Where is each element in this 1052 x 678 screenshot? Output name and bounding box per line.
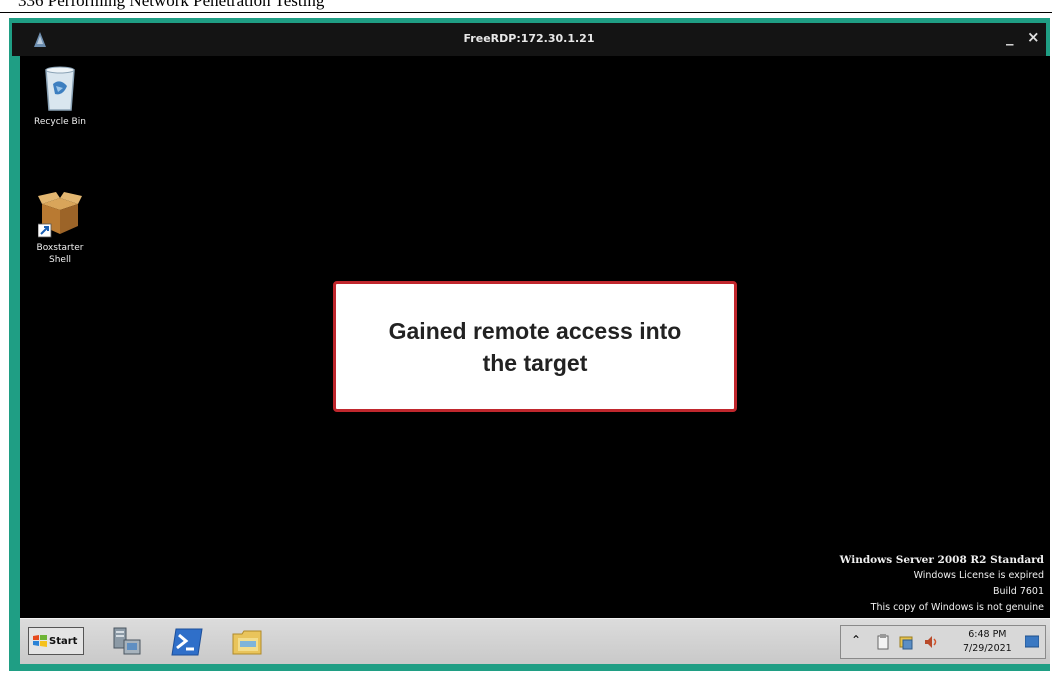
watermark-os-name: Windows Server 2008 R2 Standard xyxy=(839,554,1044,566)
watermark-build: Build 7601 xyxy=(992,586,1044,597)
start-button[interactable]: Start xyxy=(28,627,84,655)
book-page-header: 336 Performing Network Penetration Testi… xyxy=(0,0,1052,13)
clipboard-icon[interactable] xyxy=(877,634,889,650)
watermark-license: Windows License is expired xyxy=(913,570,1044,581)
desktop-icon-label: Recycle Bin xyxy=(34,117,86,127)
system-tray: ⌃ 6:48 PM 7/29/2021 xyxy=(840,625,1046,659)
windows-watermark: Windows Server 2008 R2 Standard Windows … xyxy=(840,552,1044,616)
server-manager-icon[interactable] xyxy=(110,626,144,658)
start-label: Start xyxy=(49,635,78,647)
desktop-icon-recycle-bin[interactable]: Recycle Bin xyxy=(28,64,92,128)
desktop-icon-label: Boxstarter Shell xyxy=(36,243,84,265)
taskbar-clock[interactable]: 6:48 PM 7/29/2021 xyxy=(963,628,1012,656)
minimize-button[interactable]: _ xyxy=(1006,28,1014,46)
file-explorer-icon[interactable] xyxy=(230,626,264,658)
package-box-icon xyxy=(37,190,82,240)
page-header-text: 336 Performing Network Penetration Testi… xyxy=(18,0,325,10)
close-button[interactable]: × xyxy=(1027,28,1040,46)
clock-time: 6:48 PM xyxy=(968,629,1007,640)
powershell-icon[interactable] xyxy=(170,626,204,658)
remote-desktop[interactable]: Recycle Bin Boxstarter Shell Gained remo… xyxy=(20,56,1050,618)
annotation-callout: Gained remote access into the target xyxy=(333,281,737,412)
show-desktop-icon[interactable] xyxy=(1025,635,1039,649)
watermark-genuine: This copy of Windows is not genuine xyxy=(870,602,1044,613)
window-titlebar[interactable]: FreeRDP:172.30.1.21 _ × xyxy=(12,23,1046,56)
callout-text: Gained remote access into the target xyxy=(388,317,682,376)
taskbar: Start ⌃ 6:48 PM 7/29/2021 xyxy=(20,618,1050,664)
clock-date: 7/29/2021 xyxy=(963,643,1012,654)
desktop-icon-boxstarter-shell[interactable]: Boxstarter Shell xyxy=(28,190,92,266)
windows-logo-icon xyxy=(33,635,47,647)
window-title: FreeRDP:172.30.1.21 xyxy=(463,32,595,45)
recycle-bin-icon xyxy=(38,64,82,114)
speaker-icon[interactable] xyxy=(923,634,939,650)
network-icon[interactable] xyxy=(899,634,915,650)
tray-expand-button[interactable]: ⌃ xyxy=(851,633,861,647)
